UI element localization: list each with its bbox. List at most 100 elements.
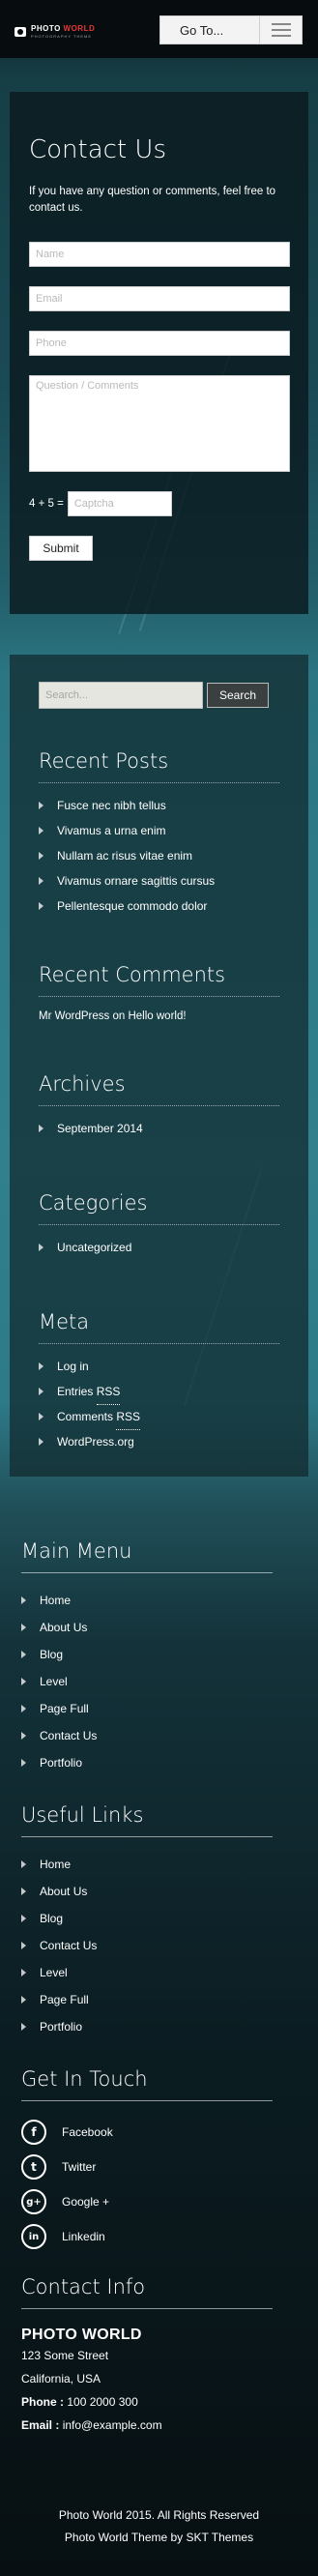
meta-list: Log in Entries RSS Comments RSS WordPres… [39, 1354, 279, 1454]
bullet-icon [21, 1996, 26, 2004]
email-line: Email : info@example.com [21, 2418, 162, 2432]
footer-menu-item[interactable]: Contact Us [21, 1722, 297, 1749]
archives-list: September 2014 [39, 1116, 279, 1141]
logo-tagline: PHOTOGRAPHY THEME [31, 34, 93, 39]
comment-post-link[interactable]: Hello world! [128, 1010, 186, 1022]
theme-credit[interactable]: Photo World Theme by SKT Themes [0, 2527, 318, 2549]
footer-menu-item[interactable]: Portfolio [21, 1749, 297, 1776]
bullet-icon [39, 827, 43, 834]
search-button[interactable]: Search [207, 683, 269, 708]
twitter-link[interactable]: t Twitter [21, 2150, 297, 2184]
linkedin-icon: in [21, 2224, 46, 2249]
list-item[interactable]: Uncategorized [39, 1235, 279, 1260]
meta-entries-rss-link[interactable]: Entries RSS [39, 1379, 279, 1405]
phone-line: Phone : 100 2000 300 [21, 2395, 138, 2409]
bullet-icon [21, 1942, 26, 1949]
goto-menu-dropdown[interactable]: Go To... [159, 15, 303, 44]
bullet-icon [21, 1624, 26, 1631]
footer-link-item[interactable]: Blog [21, 1905, 297, 1932]
bullet-icon [21, 1860, 26, 1868]
google-plus-link[interactable]: g+ Google + [21, 2184, 297, 2219]
categories-title: Categories [39, 1191, 279, 1225]
footer-menu-item[interactable]: Page Full [21, 1695, 297, 1722]
footer-menu-item[interactable]: Blog [21, 1641, 297, 1668]
get-in-touch-title: Get In Touch [21, 2067, 273, 2101]
footer-link-item[interactable]: Page Full [21, 1986, 297, 2013]
goto-label: Go To... [180, 22, 224, 38]
meta-wordpress-link[interactable]: WordPress.org [39, 1429, 279, 1454]
logo-title: PHOTO WORLD [31, 24, 96, 33]
list-item[interactable]: Pellentesque commodo dolor [39, 893, 279, 919]
bullet-icon [39, 1388, 43, 1395]
useful-links-title: Useful Links [21, 1803, 273, 1837]
footer-link-item[interactable]: Portfolio [21, 2013, 297, 2040]
page-title: Contact Us [29, 135, 166, 164]
bullet-icon [21, 1759, 26, 1767]
footer-link-item[interactable]: About Us [21, 1878, 297, 1905]
bullet-icon [21, 1732, 26, 1740]
meta-title: Meta [39, 1310, 279, 1344]
email-field[interactable] [29, 286, 290, 311]
list-item[interactable]: Vivamus ornare sagittis cursus [39, 868, 279, 893]
bullet-icon [39, 802, 43, 809]
contact-info-title: Contact Info [21, 2275, 273, 2309]
bullet-icon [21, 2023, 26, 2031]
address-line-1: 123 Some Street [21, 2349, 109, 2362]
footer-link-item[interactable]: Level [21, 1959, 297, 1986]
bullet-icon [39, 1438, 43, 1446]
phone-field[interactable] [29, 331, 290, 356]
submit-button[interactable]: Submit [29, 536, 93, 561]
camera-icon [14, 26, 26, 37]
categories-list: Uncategorized [39, 1235, 279, 1260]
list-item[interactable]: September 2014 [39, 1116, 279, 1141]
bullet-icon [21, 1705, 26, 1712]
bullet-icon [39, 1125, 43, 1132]
search-form: Search [39, 682, 279, 709]
email-link[interactable]: info@example.com [63, 2418, 162, 2432]
recent-posts-list: Fusce nec nibh tellus Vivamus a urna eni… [39, 793, 279, 919]
social-links: f Facebook t Twitter g+ Google + in Linkedin [21, 2115, 297, 2254]
list-item[interactable]: Vivamus a urna enim [39, 818, 279, 843]
facebook-link[interactable]: f Facebook [21, 2115, 297, 2150]
search-input[interactable] [39, 682, 203, 709]
facebook-icon: f [21, 2120, 46, 2145]
recent-posts-title: Recent Posts [39, 749, 279, 783]
bullet-icon [21, 1596, 26, 1604]
comments-field[interactable] [29, 375, 290, 472]
twitter-icon: t [21, 2154, 46, 2180]
comment-author-link[interactable]: Mr WordPress [39, 1010, 109, 1022]
footer-link-item[interactable]: Home [21, 1851, 297, 1878]
copyright-text: Photo World 2015. All Rights Reserved [58, 2508, 260, 2522]
bullet-icon [21, 1915, 26, 1922]
footer-menu-item[interactable]: Home [21, 1587, 297, 1614]
bullet-icon [39, 902, 43, 910]
site-logo[interactable]: PHOTO WORLD PHOTOGRAPHY THEME [14, 24, 95, 39]
name-field[interactable] [29, 242, 290, 267]
footer-link-item[interactable]: Contact Us [21, 1932, 297, 1959]
list-item[interactable]: Fusce nec nibh tellus [39, 793, 279, 818]
bullet-icon [39, 1244, 43, 1251]
meta-comments-rss-link[interactable]: Comments RSS [39, 1404, 279, 1430]
footer-menu-item[interactable]: Level [21, 1668, 297, 1695]
copyright: Photo World 2015. All Rights Reserved Ph… [0, 2504, 318, 2549]
footer-menu-item[interactable]: About Us [21, 1614, 297, 1641]
list-item[interactable]: Nullam ac risus vitae enim [39, 843, 279, 868]
contact-intro: If you have any question or comments, fe… [29, 186, 276, 214]
linkedin-link[interactable]: in Linkedin [21, 2219, 297, 2254]
recent-comment: Mr WordPress on Hello world! [39, 1010, 187, 1022]
bullet-icon [39, 1413, 43, 1420]
captcha-question: 4 + 5 = [29, 498, 64, 510]
site-header: PHOTO WORLD PHOTOGRAPHY THEME Go To... [0, 0, 318, 58]
archives-title: Archives [39, 1072, 279, 1106]
bullet-icon [39, 1362, 43, 1370]
hamburger-icon[interactable] [259, 16, 302, 44]
sidebar: Search Recent Posts Fusce nec nibh tellu… [10, 655, 308, 1477]
bullet-icon [21, 1969, 26, 1976]
address-line-2: California, USA [21, 2372, 101, 2386]
contact-panel: Contact Us If you have any question or c… [10, 92, 308, 614]
bullet-icon [21, 1651, 26, 1658]
bullet-icon [39, 852, 43, 860]
site-footer: Main Menu Home About Us Blog Level Page … [0, 1518, 318, 2576]
captcha-field[interactable] [67, 491, 172, 516]
meta-login-link[interactable]: Log in [39, 1354, 279, 1379]
